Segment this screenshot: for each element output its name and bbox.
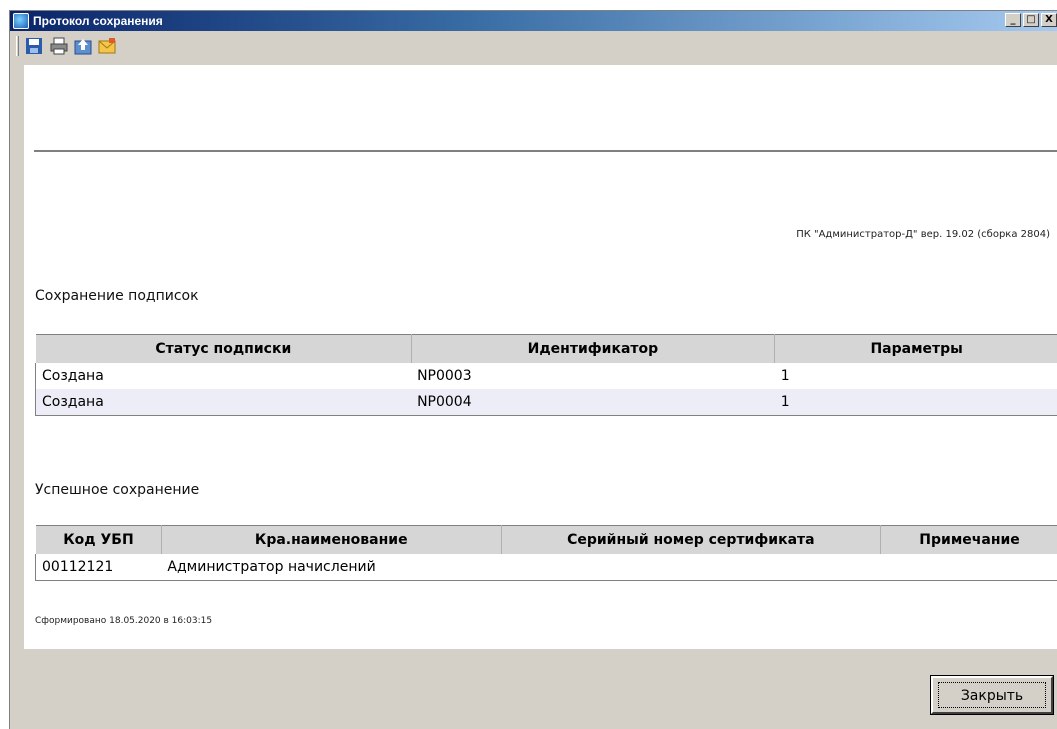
save-protocol-window: Протокол сохранения _ □ X ПК "Администра… bbox=[9, 10, 1057, 729]
subscriptions-section-title: Сохранение подписок bbox=[35, 288, 199, 304]
table-row[interactable]: Создана NP0003 1 bbox=[36, 363, 1057, 389]
status-cell: Создана bbox=[35, 389, 412, 416]
status-cell: Создана bbox=[42, 368, 104, 384]
header-divider bbox=[34, 150, 1057, 152]
toolbar-grip-icon[interactable] bbox=[16, 36, 19, 56]
version-info: ПК "Администратор-Д" вер. 19.02 (сборка … bbox=[796, 229, 1050, 240]
ubp-code-cell: 00112121 bbox=[42, 559, 114, 575]
report-area: ПК "Администратор-Д" вер. 19.02 (сборка … bbox=[24, 65, 1057, 649]
save-icon bbox=[26, 38, 42, 54]
column-header[interactable]: Примечание bbox=[880, 525, 1057, 554]
column-header[interactable]: Серийный номер сертификата bbox=[500, 525, 882, 554]
note-cell bbox=[881, 554, 1057, 581]
column-header[interactable]: Код УБП bbox=[35, 525, 162, 554]
print-button[interactable] bbox=[50, 37, 68, 55]
identifier-cell: NP0003 bbox=[417, 368, 472, 384]
email-icon bbox=[98, 38, 116, 54]
success-table: Код УБП Кра.наименование Серийный номер … bbox=[35, 525, 1057, 581]
print-icon bbox=[50, 37, 68, 55]
short-name-cell: Администратор начислений bbox=[167, 559, 376, 575]
params-cell: 1 bbox=[774, 389, 1057, 416]
column-header[interactable]: Идентификатор bbox=[410, 334, 776, 363]
column-header[interactable]: Кра.наименование bbox=[160, 525, 502, 554]
export-icon bbox=[74, 39, 92, 55]
generated-timestamp: Сформировано 18.05.2020 в 16:03:15 bbox=[35, 616, 213, 626]
column-header[interactable]: Статус подписки bbox=[35, 334, 412, 363]
close-window-button[interactable]: X bbox=[1041, 13, 1057, 27]
table-row[interactable]: Создана NP0004 1 bbox=[35, 389, 1057, 416]
export-button[interactable] bbox=[74, 37, 92, 55]
table-row[interactable]: 00112121 Администратор начислений bbox=[36, 554, 1057, 581]
params-cell: 1 bbox=[780, 368, 790, 384]
toolbar bbox=[10, 31, 1057, 62]
table-header-row: Статус подписки Идентификатор Параметры bbox=[35, 334, 1057, 363]
certificate-serial-cell bbox=[501, 554, 881, 581]
title-bar[interactable]: Протокол сохранения _ □ X bbox=[10, 11, 1057, 31]
table-header-row: Код УБП Кра.наименование Серийный номер … bbox=[35, 525, 1057, 554]
app-icon bbox=[13, 13, 29, 29]
success-section-title: Успешное сохранение bbox=[35, 482, 200, 498]
column-header[interactable]: Параметры bbox=[774, 334, 1057, 363]
email-button[interactable] bbox=[98, 37, 116, 55]
subscriptions-table: Статус подписки Идентификатор Параметры … bbox=[35, 334, 1057, 416]
close-button-label: Закрыть bbox=[960, 688, 1024, 704]
minimize-button[interactable]: _ bbox=[1005, 13, 1021, 27]
maximize-button[interactable]: □ bbox=[1023, 13, 1039, 27]
window-title: Протокол сохранения bbox=[33, 14, 163, 28]
close-button[interactable]: Закрыть bbox=[930, 675, 1054, 715]
identifier-cell: NP0004 bbox=[411, 389, 775, 416]
save-button[interactable] bbox=[25, 37, 43, 55]
